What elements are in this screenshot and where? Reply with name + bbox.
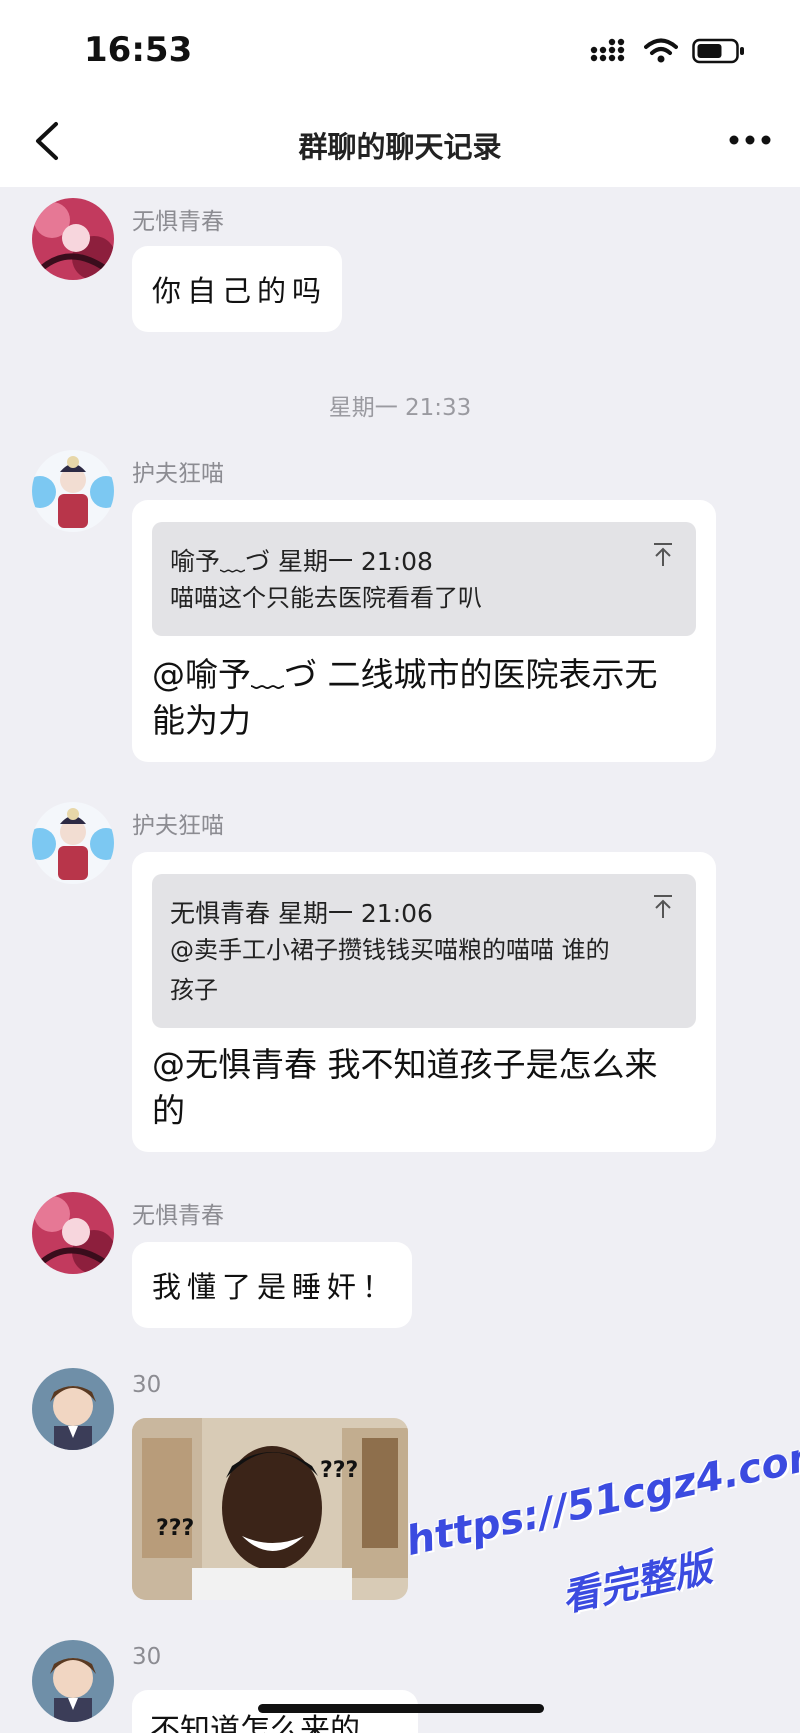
sender-name: 护夫狂喵 — [132, 813, 224, 839]
watermark-text: 看完整版 — [557, 1545, 716, 1620]
reply-line: @无惧青春 我不知道孩子是怎么来 — [152, 1045, 658, 1084]
top-bar: 16:53 群聊的聊天记录 — [0, 0, 800, 187]
message-bubble[interactable]: 你自己的吗 — [132, 246, 342, 332]
home-indicator[interactable] — [258, 1704, 544, 1713]
meme-label: ??? — [320, 1458, 359, 1483]
page-title: 群聊的聊天记录 — [298, 130, 502, 164]
message-bubble[interactable]: 喻予﹏づ 星期一 21:08 喵喵这个只能去医院看看了叭 @喻予﹏づ 二线城市的… — [132, 500, 716, 762]
meme-label: ??? — [156, 1516, 195, 1541]
message-text: 我懂了是睡奸！ — [152, 1270, 398, 1304]
status-icons — [590, 38, 746, 64]
quote-header: 无惧青春 星期一 21:06 — [170, 899, 433, 928]
watermark-url: https://51cgz4.com — [402, 1430, 800, 1565]
battery-icon — [692, 38, 744, 64]
avatar[interactable] — [32, 450, 114, 532]
watermark-subtitle: 看完整版 — [556, 1536, 716, 1621]
sender-name: 30 — [132, 1372, 162, 1398]
wifi-icon — [644, 38, 678, 63]
sender-name: 30 — [132, 1644, 162, 1670]
message-text: 你自己的吗 — [152, 274, 328, 308]
message-bubble[interactable]: 无惧青春 星期一 21:06 @卖手工小裙子攒钱钱买喵粮的喵喵 谁的 孩子 @无… — [132, 852, 716, 1152]
reply-line: 能为力 — [152, 701, 251, 740]
quote-line: 喵喵这个只能去医院看看了叭 — [170, 584, 482, 612]
avatar[interactable] — [32, 1192, 114, 1274]
quote-line: 孩子 — [170, 976, 218, 1004]
quoted-message[interactable]: 无惧青春 星期一 21:06 @卖手工小裙子攒钱钱买喵粮的喵喵 谁的 孩子 — [152, 874, 696, 1028]
meme-image[interactable]: ??? ??? — [132, 1418, 408, 1600]
status-time: 16:53 — [84, 30, 193, 70]
watermark: https://51cgz4.com — [402, 1430, 800, 1565]
sender-name: 无惧青春 — [132, 1203, 224, 1229]
pin-top-icon[interactable] — [652, 894, 674, 920]
message-bubble[interactable]: 我懂了是睡奸！ — [132, 1242, 412, 1328]
pin-top-icon[interactable] — [652, 542, 674, 568]
avatar[interactable] — [32, 1640, 114, 1722]
time-separator: 星期一 21:33 — [328, 395, 472, 421]
quote-line: @卖手工小裙子攒钱钱买喵粮的喵喵 谁的 — [170, 936, 610, 964]
sender-name: 无惧青春 — [132, 209, 224, 235]
sender-name: 护夫狂喵 — [132, 461, 224, 487]
avatar[interactable] — [32, 1368, 114, 1450]
avatar[interactable] — [32, 198, 114, 280]
quoted-message[interactable]: 喻予﹏づ 星期一 21:08 喵喵这个只能去医院看看了叭 — [152, 522, 696, 636]
reply-line: 的 — [152, 1091, 185, 1130]
quote-header: 喻予﹏づ 星期一 21:08 — [170, 547, 433, 576]
reply-line: @喻予﹏づ 二线城市的医院表示无 — [152, 655, 658, 694]
signal-icon — [590, 38, 625, 62]
avatar[interactable] — [32, 802, 114, 884]
more-dots-icon[interactable] — [728, 128, 772, 152]
